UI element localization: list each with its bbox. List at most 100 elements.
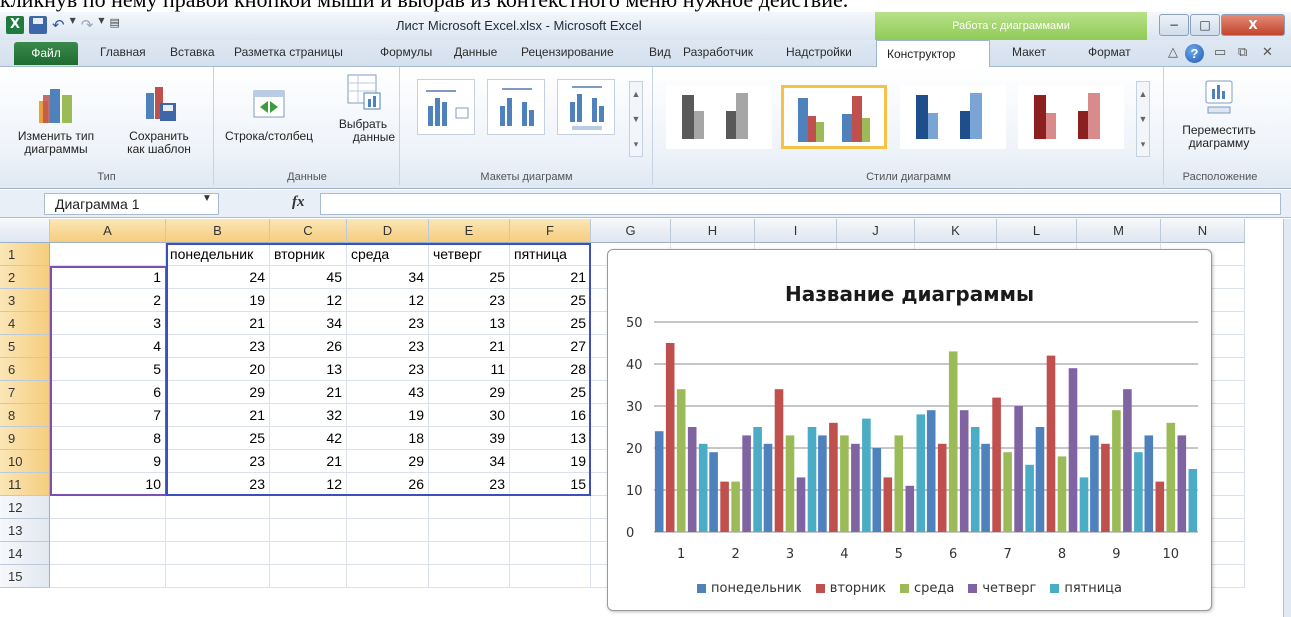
- legend-item[interactable]: среда: [899, 581, 954, 596]
- legend-item[interactable]: четверг: [968, 581, 1036, 596]
- tab-file[interactable]: Файл: [14, 42, 78, 65]
- cell-e2[interactable]: 25: [429, 266, 510, 289]
- tab-format[interactable]: Формат: [1088, 45, 1131, 59]
- bar-series-2-cat-8[interactable]: [1046, 355, 1056, 532]
- bar-series-2-cat-7[interactable]: [992, 397, 1001, 532]
- cell-c11[interactable]: 12: [270, 473, 347, 496]
- column-header-l[interactable]: L: [997, 219, 1077, 243]
- column-header-h[interactable]: H: [671, 219, 755, 243]
- bar-series-2-cat-3[interactable]: [774, 389, 784, 532]
- workbook-minimize-icon[interactable]: ▭: [1214, 44, 1226, 60]
- chart-style-2[interactable]: [781, 85, 887, 149]
- bar-series-2-cat-10[interactable]: [1155, 481, 1165, 532]
- customize-toolbar-icon[interactable]: ▤: [109, 16, 127, 34]
- cell-c1[interactable]: вторник: [270, 243, 347, 266]
- row-header-11[interactable]: 11: [0, 473, 50, 496]
- bar-series-4-cat-1[interactable]: [687, 427, 697, 532]
- save-icon[interactable]: [29, 16, 47, 34]
- cell-c2[interactable]: 45: [270, 266, 347, 289]
- bar-series-4-cat-2[interactable]: [742, 435, 751, 532]
- cell-d3[interactable]: 12: [347, 289, 429, 312]
- cell-f12[interactable]: [510, 496, 591, 519]
- cell-c13[interactable]: [270, 519, 347, 542]
- switch-row-column-button[interactable]: Строка/столбец: [219, 83, 319, 143]
- bar-series-1-cat-1[interactable]: [654, 431, 664, 532]
- vertical-scrollbar[interactable]: [1283, 219, 1291, 617]
- legend-item[interactable]: вторник: [815, 581, 886, 596]
- cell-e3[interactable]: 23: [429, 289, 510, 312]
- bar-series-5-cat-9[interactable]: [1134, 452, 1143, 532]
- cell-f1[interactable]: пятница: [510, 243, 591, 266]
- tab-data[interactable]: Данные: [454, 45, 497, 59]
- bar-series-1-cat-6[interactable]: [926, 410, 936, 532]
- bar-series-3-cat-7[interactable]: [1003, 452, 1012, 532]
- bar-series-1-cat-10[interactable]: [1144, 435, 1154, 532]
- cell-f11[interactable]: 15: [510, 473, 591, 496]
- cell-a4[interactable]: 3: [50, 312, 166, 335]
- cell-a9[interactable]: 8: [50, 427, 166, 450]
- column-header-b[interactable]: B: [166, 219, 270, 243]
- cell-d5[interactable]: 23: [347, 335, 429, 358]
- cell-b3[interactable]: 19: [166, 289, 270, 312]
- chart-area[interactable]: Название диаграммы 0 10 20 30 40 50 1 2 3 4 5 6 7 8 9 1…: [607, 249, 1212, 611]
- cell-b13[interactable]: [166, 519, 270, 542]
- excel-logo-icon[interactable]: X: [6, 16, 24, 34]
- redo-icon[interactable]: ↷: [81, 16, 94, 34]
- move-chart-button[interactable]: Переместить диаграмму: [1171, 77, 1267, 150]
- cell-f8[interactable]: 16: [510, 404, 591, 427]
- bar-series-3-cat-6[interactable]: [948, 351, 958, 532]
- cell-b2[interactable]: 24: [166, 266, 270, 289]
- bar-series-4-cat-3[interactable]: [796, 477, 806, 532]
- row-header-2[interactable]: 2: [0, 266, 50, 289]
- chart-style-1[interactable]: [666, 85, 772, 149]
- bar-series-3-cat-4[interactable]: [840, 435, 849, 532]
- row-header-12[interactable]: 12: [0, 496, 50, 519]
- workbook-restore-icon[interactable]: ⧉: [1238, 44, 1247, 60]
- cell-f5[interactable]: 27: [510, 335, 591, 358]
- bar-series-2-cat-6[interactable]: [937, 443, 947, 532]
- cell-b15[interactable]: [166, 565, 270, 588]
- cell-a11[interactable]: 10: [50, 473, 166, 496]
- select-data-button[interactable]: Выбрать данные: [331, 71, 395, 144]
- tab-formulas[interactable]: Формулы: [380, 45, 432, 59]
- cell-e5[interactable]: 21: [429, 335, 510, 358]
- column-header-i[interactable]: I: [755, 219, 837, 243]
- cell-e6[interactable]: 11: [429, 358, 510, 381]
- cell-a12[interactable]: [50, 496, 166, 519]
- cell-d13[interactable]: [347, 519, 429, 542]
- row-header-10[interactable]: 10: [0, 450, 50, 473]
- chart-style-4[interactable]: [1018, 85, 1124, 149]
- cell-d15[interactable]: [347, 565, 429, 588]
- chevron-down-icon[interactable]: ▼: [70, 16, 76, 34]
- formula-input[interactable]: [320, 193, 1281, 215]
- cell-b8[interactable]: 21: [166, 404, 270, 427]
- cell-e9[interactable]: 39: [429, 427, 510, 450]
- column-header-n[interactable]: N: [1161, 219, 1245, 243]
- cell-d2[interactable]: 34: [347, 266, 429, 289]
- row-header-4[interactable]: 4: [0, 312, 50, 335]
- cell-d10[interactable]: 29: [347, 450, 429, 473]
- bar-series-5-cat-5[interactable]: [916, 414, 926, 532]
- column-header-c[interactable]: C: [270, 219, 347, 243]
- tab-developer[interactable]: Разработчик: [683, 45, 753, 59]
- row-header-6[interactable]: 6: [0, 358, 50, 381]
- cell-b12[interactable]: [166, 496, 270, 519]
- cell-c14[interactable]: [270, 542, 347, 565]
- bar-series-2-cat-5[interactable]: [883, 477, 893, 532]
- cell-d1[interactable]: среда: [347, 243, 429, 266]
- cell-d14[interactable]: [347, 542, 429, 565]
- column-header-g[interactable]: G: [591, 219, 671, 243]
- cell-d4[interactable]: 23: [347, 312, 429, 335]
- chart-style-3[interactable]: [900, 85, 1006, 149]
- row-header-15[interactable]: 15: [0, 565, 50, 588]
- bar-series-2-cat-1[interactable]: [665, 343, 675, 532]
- tab-page-layout[interactable]: Разметка страницы: [234, 45, 343, 59]
- cell-e12[interactable]: [429, 496, 510, 519]
- cell-c6[interactable]: 13: [270, 358, 347, 381]
- cell-f3[interactable]: 25: [510, 289, 591, 312]
- restore-button[interactable]: □: [1190, 14, 1220, 36]
- workbook-close-icon[interactable]: ✕: [1262, 44, 1273, 60]
- cell-b10[interactable]: 23: [166, 450, 270, 473]
- cell-a1[interactable]: [50, 243, 166, 266]
- column-header-d[interactable]: D: [347, 219, 429, 243]
